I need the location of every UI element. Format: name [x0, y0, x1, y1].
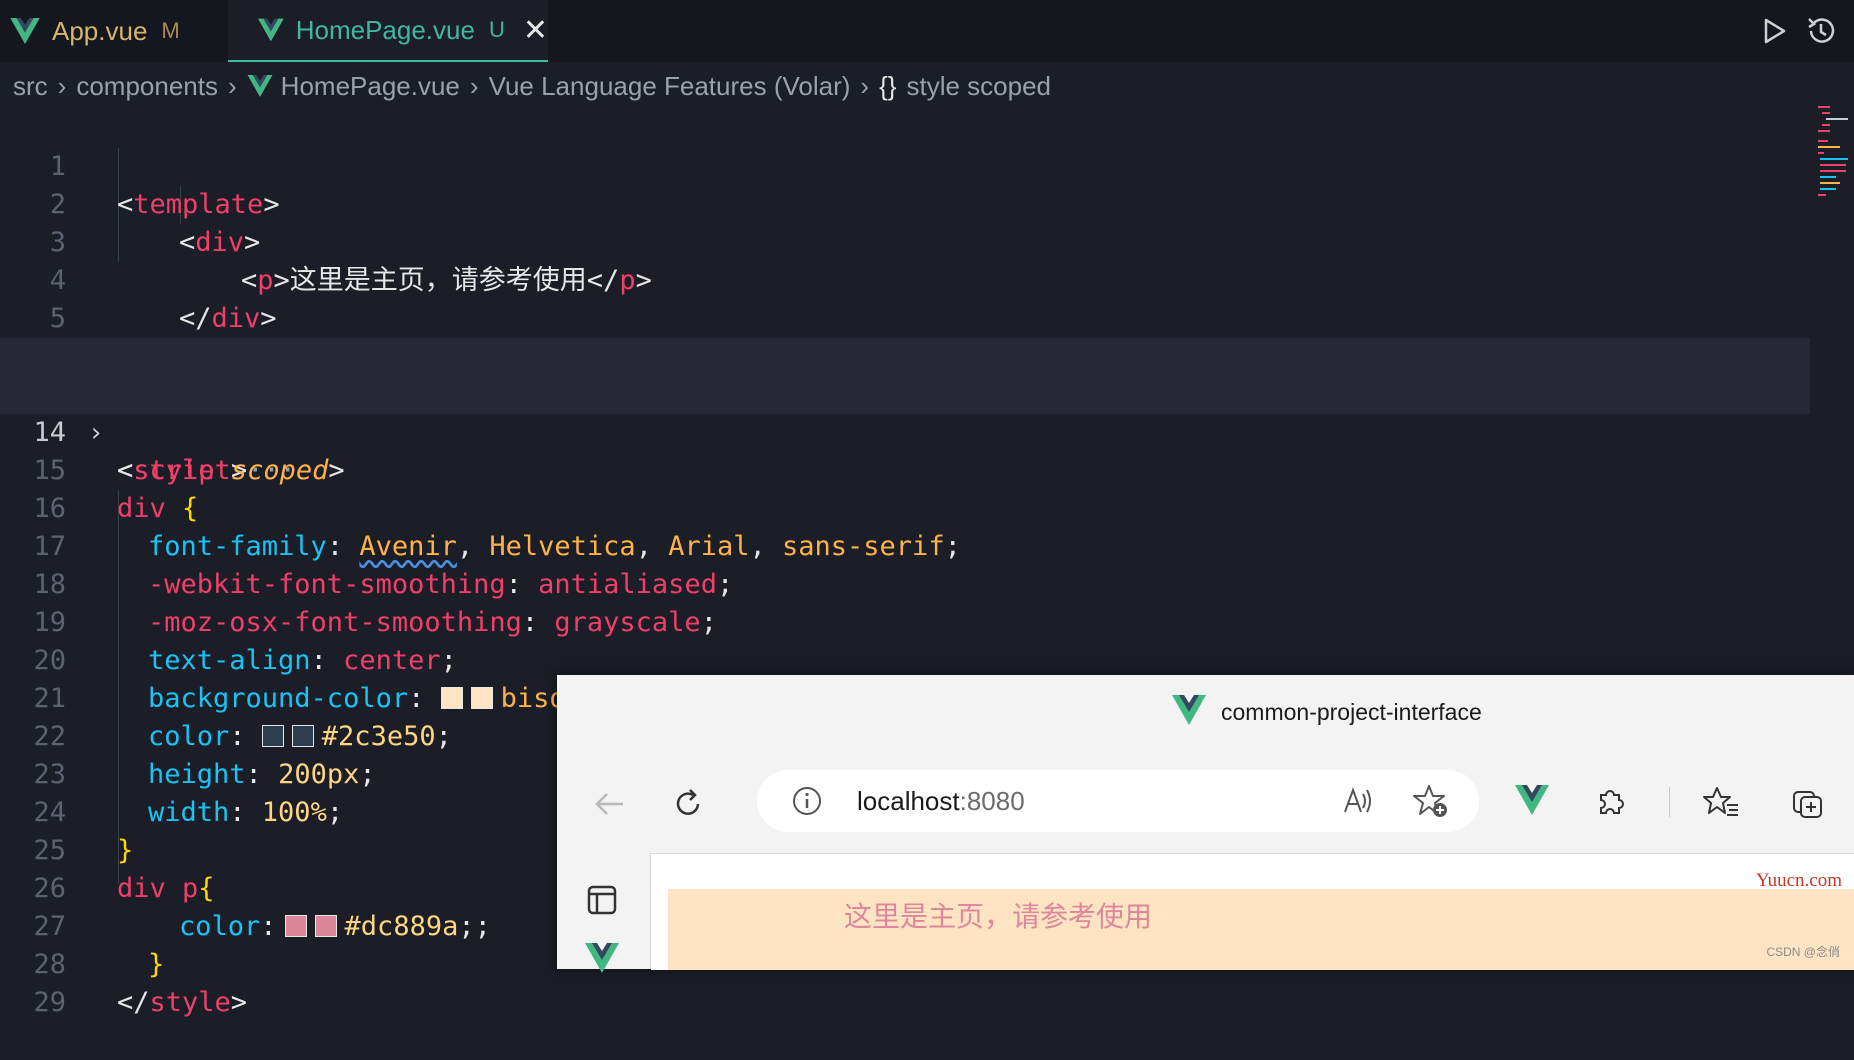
code-line: 2 <div>: [0, 148, 1810, 258]
breadcrumb-item[interactable]: style scoped: [906, 71, 1051, 102]
favorites-icon[interactable]: [1703, 785, 1739, 819]
add-favorite-icon[interactable]: [1413, 783, 1449, 819]
chevron-right-icon: ›: [860, 70, 870, 101]
breadcrumb-item[interactable]: components: [76, 71, 218, 102]
browser-page-title: common-project-interface: [1221, 699, 1482, 725]
homepage-paragraph: 这里是主页，请参考使用: [843, 900, 1152, 933]
code-line: 6: [0, 300, 1810, 372]
code-line-active: 14 <style scoped>: [0, 376, 1810, 486]
code-token: style: [149, 987, 231, 1018]
editor-tab-bar: App.vue M HomePage.vue U ✕: [0, 0, 1854, 62]
watermark-csdn: CSDN @念俏: [1766, 945, 1840, 959]
code-line: 17 -webkit-font-smoothing: antialiased;: [0, 490, 1810, 600]
code-line: 18 -moz-osx-font-smoothing: grayscale;: [0, 528, 1810, 638]
history-icon[interactable]: [1804, 14, 1838, 48]
code-line: 5 </template>: [0, 262, 1810, 372]
run-icon[interactable]: [1756, 14, 1790, 48]
toolbar-divider: [1669, 787, 1670, 817]
browser-toolbar: localhost:8080: [557, 755, 1854, 853]
tab-homepage-vue[interactable]: HomePage.vue U ✕: [228, 0, 548, 62]
line-number: 29: [33, 987, 66, 1018]
back-arrow-icon[interactable]: [593, 787, 627, 821]
code-line: 3 <p>这里是主页，请参考使用</p>: [0, 186, 1810, 296]
tab-label: HomePage.vue: [295, 14, 475, 45]
code-line: 19 text-align: center;: [0, 566, 1810, 676]
breadcrumb: src › components › HomePage.vue › Vue La…: [0, 62, 1854, 110]
reload-icon[interactable]: [671, 787, 705, 821]
git-status-badge: U: [488, 17, 505, 42]
git-status-badge: M: [161, 18, 180, 43]
code-line: 1 <template>: [0, 110, 1810, 220]
chevron-right-icon: ›: [228, 70, 237, 101]
url-port: :8080: [959, 786, 1025, 816]
url-host: localhost: [857, 786, 960, 816]
vue-file-icon: [258, 17, 284, 43]
browser-viewport: 这里是主页，请参考使用: [651, 853, 1854, 970]
read-aloud-icon[interactable]: [1341, 784, 1375, 818]
collections-icon[interactable]: [1791, 785, 1827, 821]
vue-file-icon: [10, 18, 40, 44]
chevron-right-icon: ›: [57, 70, 67, 101]
tab-app-vue[interactable]: App.vue M: [10, 0, 226, 62]
homepage-div: 这里是主页，请参考使用: [668, 889, 1854, 970]
chevron-right-icon: ›: [469, 70, 479, 101]
address-bar[interactable]: localhost:8080: [757, 770, 1479, 832]
close-tab-icon[interactable]: ✕: [523, 13, 548, 48]
breadcrumb-item[interactable]: Vue Language Features (Volar): [489, 71, 851, 102]
tab-actions-icon[interactable]: [587, 885, 617, 915]
vue-file-icon: [247, 75, 273, 97]
code-line: 15 div {: [0, 414, 1810, 524]
braces-icon: {}: [879, 70, 897, 101]
url-text[interactable]: localhost:8080: [857, 786, 1025, 817]
site-info-icon[interactable]: [791, 785, 823, 817]
code-line: 7 › <script>···: [0, 338, 1810, 486]
code-line: 4 </div>: [0, 224, 1810, 334]
extensions-icon[interactable]: [1593, 785, 1627, 819]
tab-label: App.vue: [52, 15, 148, 46]
code-line: 20 background-color: bisque;: [0, 604, 1810, 714]
code-line: 16 font-family: Avenir, Helvetica, Arial…: [0, 452, 1810, 562]
breadcrumb-item[interactable]: HomePage.vue: [281, 71, 460, 102]
browser-title-bar: common-project-interface: [557, 675, 1854, 755]
breadcrumb-item[interactable]: src: [13, 71, 48, 102]
browser-sidebar: [557, 853, 651, 969]
vue-devtools-icon[interactable]: [1515, 785, 1549, 815]
browser-window: common-project-interface localhost:8080: [557, 675, 1854, 969]
vue-favicon-icon: [1172, 695, 1206, 725]
watermark-site: Yuucn.com: [1755, 870, 1842, 891]
